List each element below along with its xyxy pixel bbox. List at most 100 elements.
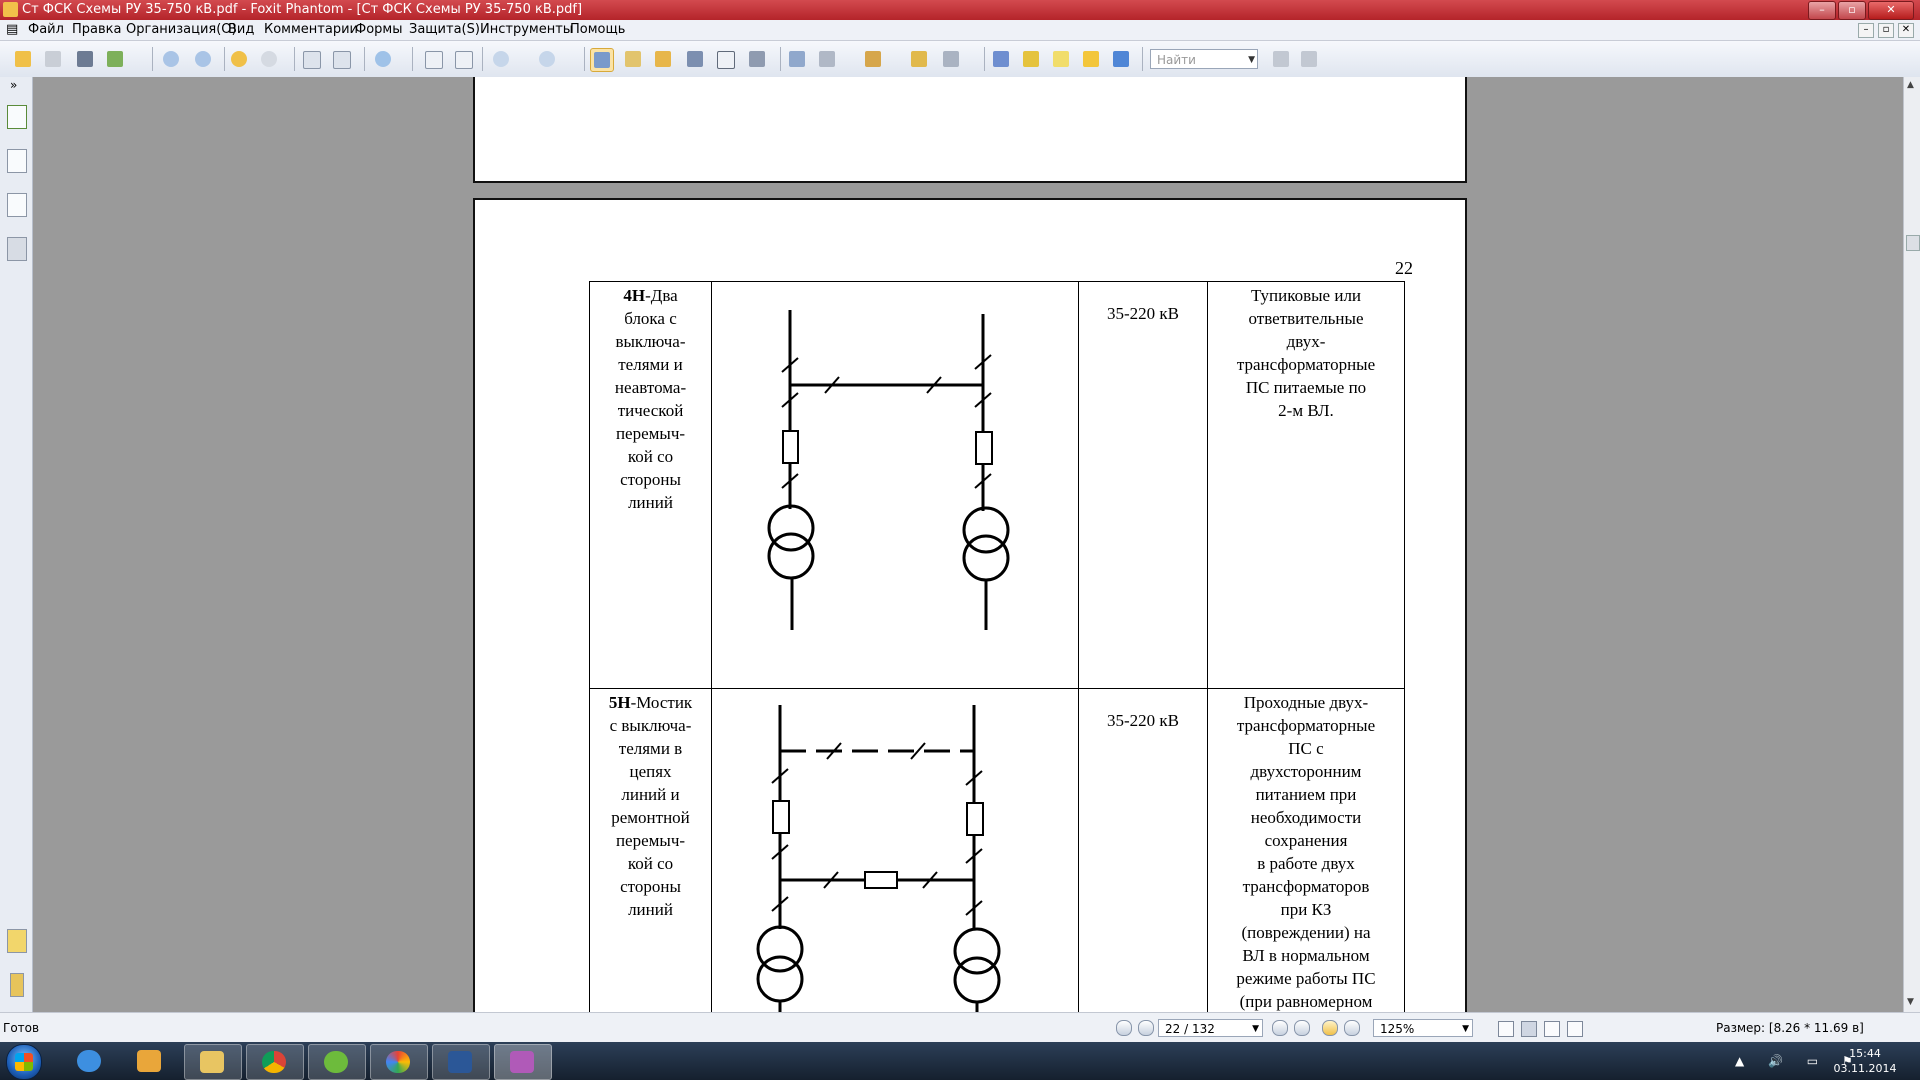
- arrow-icon[interactable]: [1110, 48, 1132, 70]
- scheme-name-line: телями в: [618, 739, 683, 758]
- prev-page-icon[interactable]: [160, 48, 182, 70]
- attachments-icon[interactable]: [10, 973, 24, 997]
- first-page-icon[interactable]: [1116, 1020, 1132, 1036]
- previous-view-icon[interactable]: [1322, 1020, 1338, 1036]
- comment-icon[interactable]: [1080, 48, 1102, 70]
- back-icon[interactable]: [228, 48, 250, 70]
- chevron-down-icon[interactable]: ▼: [1248, 50, 1255, 70]
- fit-page-icon[interactable]: [422, 48, 444, 70]
- highlight-icon[interactable]: [1020, 48, 1042, 70]
- zoom-in-icon[interactable]: [536, 48, 558, 70]
- start-button[interactable]: [6, 1044, 42, 1080]
- scheme-name-line: выключа-: [615, 332, 686, 351]
- hand-tool-icon[interactable]: [590, 48, 614, 72]
- note-icon[interactable]: [990, 48, 1012, 70]
- scheme-name-line: перемыч-: [615, 424, 686, 443]
- scheme-diagram-cell: [711, 281, 1079, 689]
- scheme-code: 4Н: [623, 286, 646, 305]
- zoom-field[interactable]: 125% ▼: [1373, 1019, 1473, 1037]
- layers-panel-icon[interactable]: [7, 237, 27, 261]
- select-icon[interactable]: [652, 48, 674, 70]
- application-line: (повреждении) на: [1241, 923, 1371, 942]
- menu-view[interactable]: Вид: [222, 20, 260, 40]
- typewriter-icon[interactable]: [714, 48, 736, 70]
- previous-page-icon[interactable]: [1138, 1020, 1154, 1036]
- foxit-phantom-icon[interactable]: [494, 1044, 552, 1080]
- close-button[interactable]: ✕: [1868, 1, 1914, 20]
- next-page-icon[interactable]: [192, 48, 214, 70]
- scheme-name-line: тической: [617, 401, 684, 420]
- find-next-icon[interactable]: [1298, 48, 1320, 70]
- application-line: ответвительные: [1248, 309, 1364, 328]
- menu-file[interactable]: Файл: [22, 20, 70, 40]
- media-player-icon[interactable]: [122, 1044, 178, 1078]
- continuous-facing-view-icon[interactable]: [1567, 1021, 1583, 1037]
- comments-panel-icon[interactable]: [7, 193, 27, 217]
- bookmarks-panel-icon[interactable]: [7, 149, 27, 173]
- lock-icon[interactable]: [940, 48, 962, 70]
- save-icon[interactable]: [42, 48, 64, 70]
- chevron-down-icon[interactable]: ▼: [1462, 1020, 1469, 1038]
- menu-help[interactable]: Помощь: [564, 20, 631, 40]
- facing-view-icon[interactable]: [1544, 1021, 1560, 1037]
- navigation-panel: »: [0, 77, 33, 1012]
- menu-forms[interactable]: Формы: [349, 20, 408, 40]
- rotate-right-icon[interactable]: [330, 48, 352, 70]
- doc-restore-button[interactable]: ▫: [1878, 23, 1894, 38]
- doc-system-menu-icon[interactable]: ▤: [0, 20, 20, 40]
- find-previous-icon[interactable]: [1270, 48, 1292, 70]
- internet-explorer-icon[interactable]: [62, 1044, 118, 1078]
- status-bar: Готов 22 / 132 ▼ 125% ▼ Размер: [8.26 * …: [0, 1012, 1920, 1043]
- maximize-button[interactable]: ▫: [1838, 1, 1866, 20]
- find-icon[interactable]: [684, 48, 706, 70]
- application-line: сохранения: [1264, 831, 1348, 850]
- last-page-icon[interactable]: [1294, 1020, 1310, 1036]
- pages-panel-icon[interactable]: [7, 105, 27, 129]
- file-explorer-icon[interactable]: [184, 1044, 242, 1080]
- open-icon[interactable]: [12, 48, 34, 70]
- text-icon[interactable]: [1050, 48, 1072, 70]
- toolbar: Найти ▼: [0, 41, 1920, 78]
- word-icon[interactable]: [432, 1044, 490, 1080]
- picasa-icon[interactable]: [370, 1044, 428, 1080]
- scheme-name-line: линий и: [621, 785, 680, 804]
- clock[interactable]: 15:44 03.11.2014: [1830, 1046, 1900, 1076]
- expand-panel-icon[interactable]: »: [10, 78, 17, 92]
- doc-minimize-button[interactable]: –: [1858, 23, 1874, 38]
- email-icon[interactable]: [104, 48, 126, 70]
- scroll-thumb[interactable]: [1906, 235, 1920, 251]
- rotate-left-icon[interactable]: [300, 48, 322, 70]
- snapshot-icon[interactable]: [746, 48, 768, 70]
- next-view-icon[interactable]: [1344, 1020, 1360, 1036]
- print-icon[interactable]: [74, 48, 96, 70]
- utorrent-icon[interactable]: [308, 1044, 366, 1080]
- minimize-button[interactable]: –: [1808, 1, 1836, 20]
- chevron-down-icon[interactable]: ▼: [1252, 1020, 1259, 1038]
- scroll-down-icon[interactable]: ▼: [1907, 997, 1914, 1007]
- zoom-icon[interactable]: [372, 48, 394, 70]
- comment-list-icon[interactable]: [7, 929, 27, 953]
- schemes-table: 4Н-Два блока с выключа- телями и неавтом…: [589, 281, 1405, 1012]
- vertical-scrollbar[interactable]: ▲ ▼: [1903, 77, 1920, 1012]
- fit-width-icon[interactable]: [452, 48, 474, 70]
- chrome-icon[interactable]: [246, 1044, 304, 1080]
- scheme-name-line: неавтома-: [614, 378, 687, 397]
- forward-icon[interactable]: [258, 48, 280, 70]
- page-number-field[interactable]: 22 / 132 ▼: [1158, 1019, 1263, 1037]
- doc-close-button[interactable]: ✕: [1898, 23, 1914, 38]
- continuous-view-icon[interactable]: [1521, 1021, 1537, 1037]
- select-text-icon[interactable]: [622, 48, 644, 70]
- zoom-out-icon[interactable]: [490, 48, 512, 70]
- search-input[interactable]: Найти ▼: [1150, 49, 1258, 69]
- pen-icon[interactable]: [816, 48, 838, 70]
- document-area[interactable]: 22 4Н-Два блока с выключа- телями и неав…: [33, 77, 1903, 1012]
- scroll-up-icon[interactable]: ▲: [1907, 80, 1914, 90]
- stamp-icon[interactable]: [862, 48, 884, 70]
- menu-edit[interactable]: Правка: [66, 20, 127, 40]
- attach-icon[interactable]: [908, 48, 930, 70]
- next-page-icon[interactable]: [1272, 1020, 1288, 1036]
- application-line: ВЛ в нормальном: [1242, 946, 1370, 965]
- single-page-view-icon[interactable]: [1498, 1021, 1514, 1037]
- form-icon[interactable]: [786, 48, 808, 70]
- foxit-app-icon[interactable]: [3, 2, 18, 17]
